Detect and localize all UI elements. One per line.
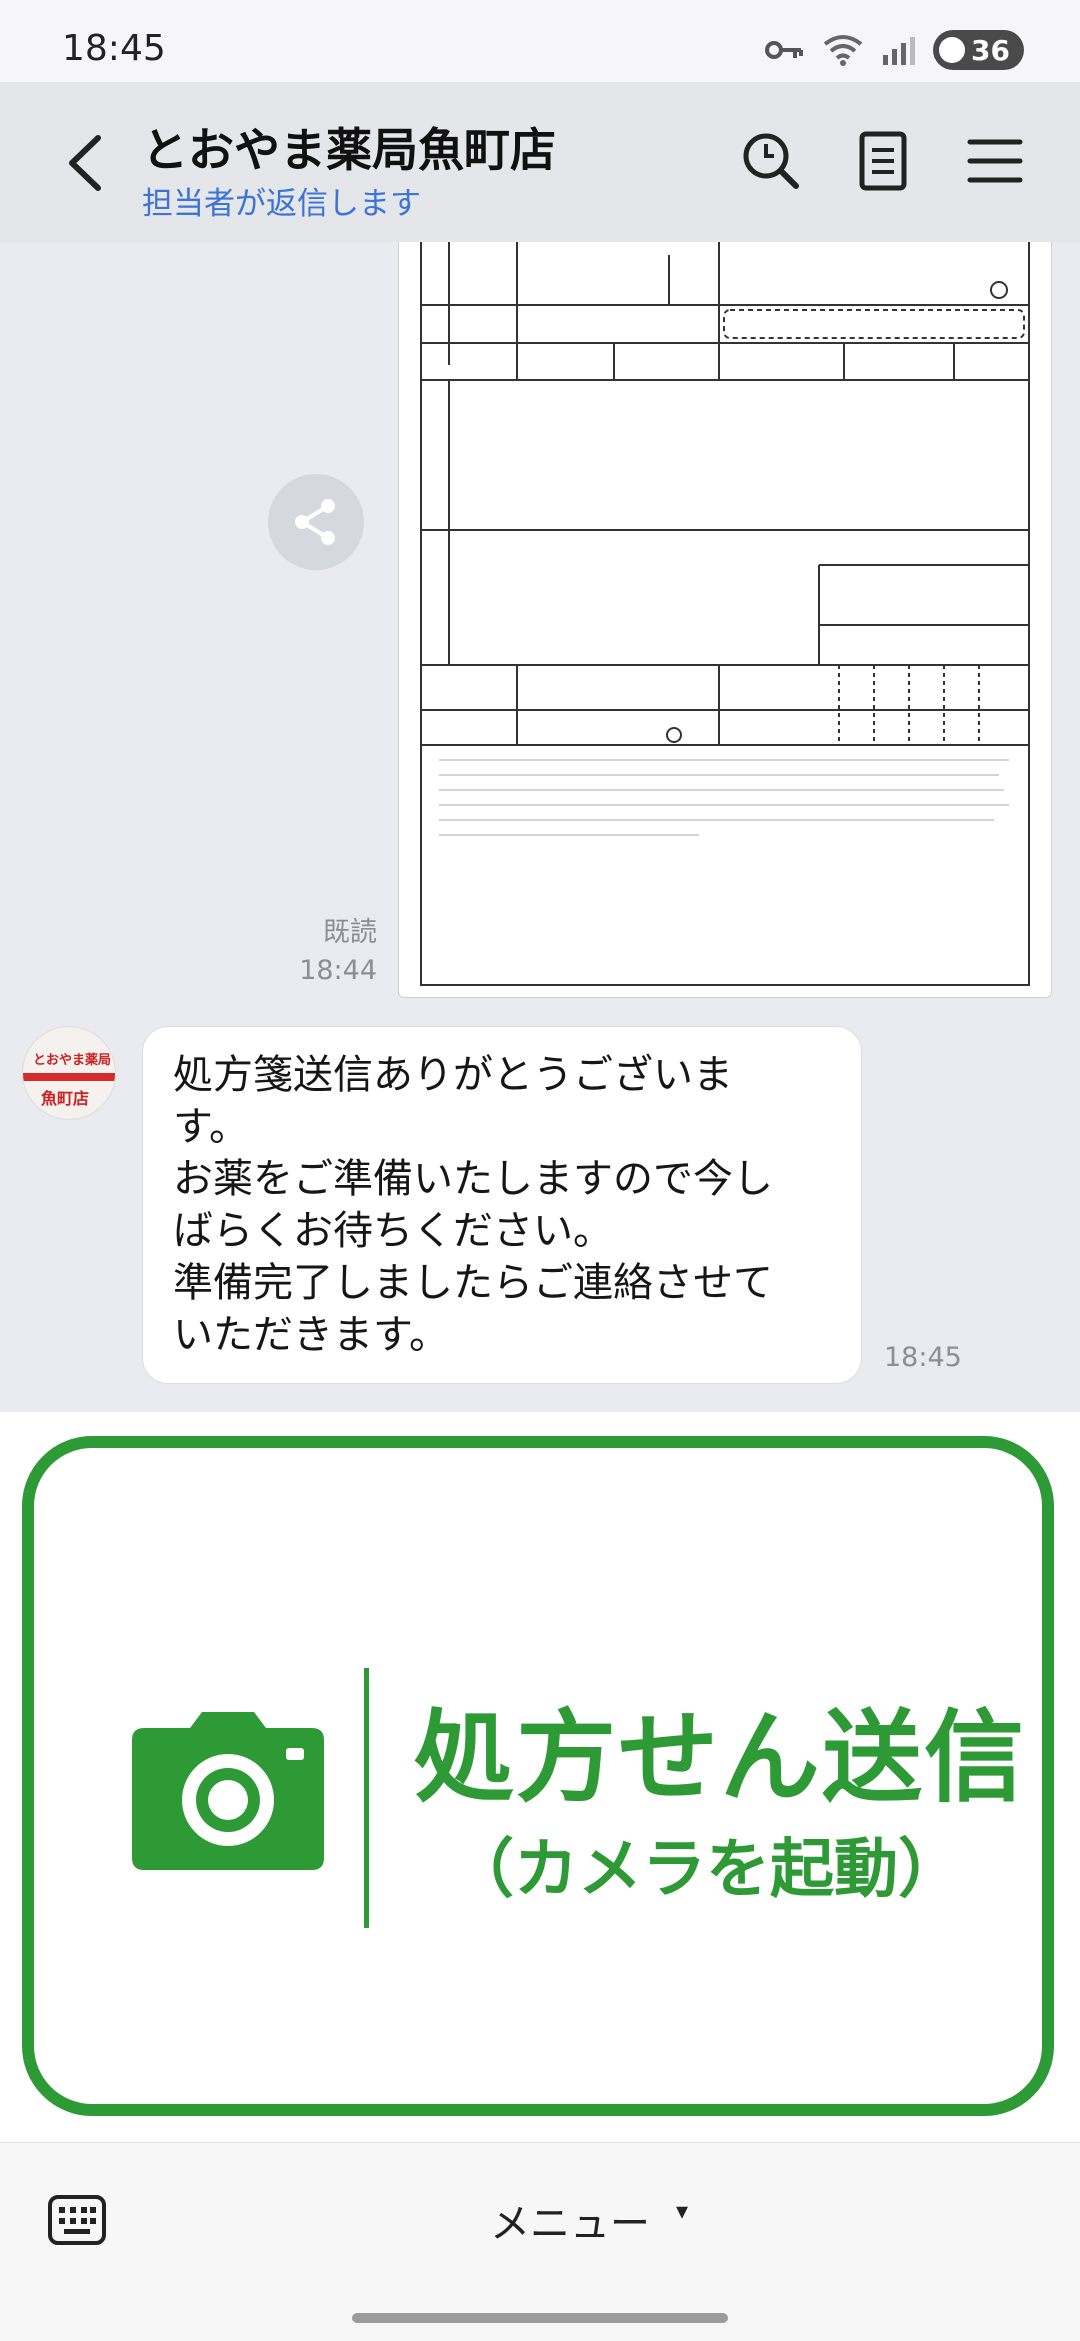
menu-divider	[364, 1668, 369, 1928]
message-line: ばらくお待ちください。	[173, 1208, 613, 1254]
wifi-icon	[823, 35, 863, 66]
share-icon	[295, 499, 335, 545]
read-receipt: 既読 18:44	[299, 914, 377, 990]
sent-prescription-image[interactable]	[398, 242, 1052, 998]
camera-icon	[132, 1712, 324, 1870]
status-time: 18:45	[62, 28, 166, 69]
battery-indicator: 36	[933, 30, 1024, 70]
avatar-label: 魚町店	[41, 1089, 90, 1108]
message-bubble[interactable]: 処方箋送信ありがとうございま す。 お薬をご準備いたしますので今し ばらくお待ち…	[142, 1026, 862, 1384]
chat-messages[interactable]: 既読 18:44 とおやま薬局 魚町店 処方箋送信ありがとうございま す。 お薬…	[0, 242, 1080, 1412]
chat-subtitle: 担当者が返信します	[142, 186, 421, 222]
bottom-bar: メニュー ▾	[0, 2142, 1080, 2341]
message-time: 18:45	[884, 1342, 962, 1373]
hamburger-menu-icon[interactable]	[960, 126, 1030, 196]
share-button[interactable]	[268, 474, 364, 570]
vpn-key-icon	[765, 41, 804, 59]
avatar-brand: とおやま薬局	[33, 1053, 112, 1068]
message-line: いただきます。	[173, 1312, 449, 1358]
prescription-form-drawing	[420, 242, 1030, 986]
signal-icon	[883, 37, 916, 65]
gesture-bar[interactable]	[352, 2313, 728, 2323]
send-prescription-label: 処方せん送信	[414, 1699, 1026, 1816]
message-line: す。	[173, 1104, 249, 1150]
avatar-stripe	[23, 1073, 115, 1081]
sent-time: 18:44	[299, 955, 377, 986]
status-icons: 36	[765, 30, 1024, 70]
notes-icon[interactable]	[848, 126, 918, 196]
message-line: お薬をご準備いたしますので今し	[173, 1156, 773, 1202]
message-line: 準備完了しましたらご連絡させて	[173, 1260, 773, 1306]
rich-menu: 処方せん送信 （カメラを起動）	[0, 1412, 1080, 2142]
keyboard-icon[interactable]	[46, 2189, 108, 2251]
message-line: 処方箋送信ありがとうございま	[173, 1052, 733, 1098]
pharmacy-avatar[interactable]: とおやま薬局 魚町店	[22, 1026, 116, 1120]
caret-down-icon[interactable]: ▾	[676, 2197, 688, 2225]
chat-header: とおやま薬局魚町店 担当者が返信します	[0, 82, 1080, 242]
launch-camera-label: （カメラを起動）	[450, 1833, 962, 1907]
battery-level: 36	[971, 33, 1010, 67]
read-label: 既読	[323, 917, 377, 948]
battery-saver-icon	[939, 37, 966, 63]
search-icon[interactable]	[736, 126, 806, 196]
back-arrow-icon[interactable]	[56, 128, 116, 198]
send-prescription-button[interactable]: 処方せん送信 （カメラを起動）	[22, 1436, 1054, 2116]
status-bar: 18:45 36	[0, 0, 1080, 82]
chat-title: とおやま薬局魚町店	[142, 123, 556, 177]
menu-toggle[interactable]: メニュー	[490, 2191, 650, 2249]
